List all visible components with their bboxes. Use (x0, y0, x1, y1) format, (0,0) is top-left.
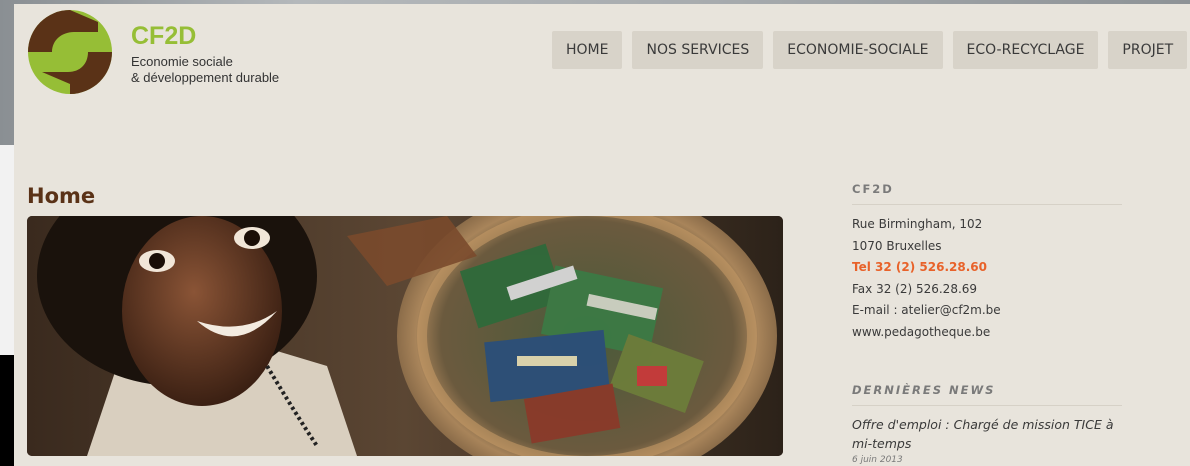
contact-heading: CF2D (852, 182, 1122, 205)
nav-eco-recyclage[interactable]: ECO-RECYCLAGE (952, 31, 1099, 69)
nav-projet[interactable]: PROJET (1108, 31, 1188, 69)
logo-icon[interactable] (28, 10, 112, 94)
contact-phone[interactable]: Tel 32 (2) 526.28.60 (852, 257, 1122, 279)
contact-website[interactable]: www.pedagotheque.be (852, 322, 1122, 344)
page-container: CF2D Economie sociale & développement du… (14, 4, 1190, 466)
contact-city: 1070 Bruxelles (852, 238, 942, 253)
tagline-line-2: & développement durable (131, 70, 280, 85)
contact-address: Rue Birmingham, 102 (852, 217, 983, 231)
nav-home[interactable]: HOME (552, 31, 623, 69)
contact-email[interactable]: E-mail : atelier@cf2m.be (852, 300, 1122, 322)
main-nav: HOME NOS SERVICES ECONOMIE-SOCIALE ECO-R… (552, 31, 1188, 69)
background-left-strip (0, 145, 14, 355)
news-heading: DERNIÈRES NEWS (852, 383, 1122, 406)
sidebar: CF2D Rue Birmingham, 102 1070 Bruxelles … (852, 182, 1122, 465)
brand-name[interactable]: CF2D (131, 24, 196, 49)
news-item-title[interactable]: Offre d'emploi : Chargé de mission TICE … (852, 415, 1122, 453)
brand-tagline: Economie sociale & développement durable (131, 54, 279, 86)
background-left-dark (0, 355, 14, 466)
hero-image (27, 216, 783, 456)
page-title: Home (27, 184, 96, 208)
tagline-line-1: Economie sociale (131, 54, 233, 69)
nav-economie-sociale[interactable]: ECONOMIE-SOCIALE (773, 31, 943, 69)
contact-fax: Fax 32 (2) 526.28.69 (852, 281, 978, 296)
news-item-date: 6 juin 2013 (852, 455, 903, 465)
nav-nos-services[interactable]: NOS SERVICES (632, 31, 764, 69)
